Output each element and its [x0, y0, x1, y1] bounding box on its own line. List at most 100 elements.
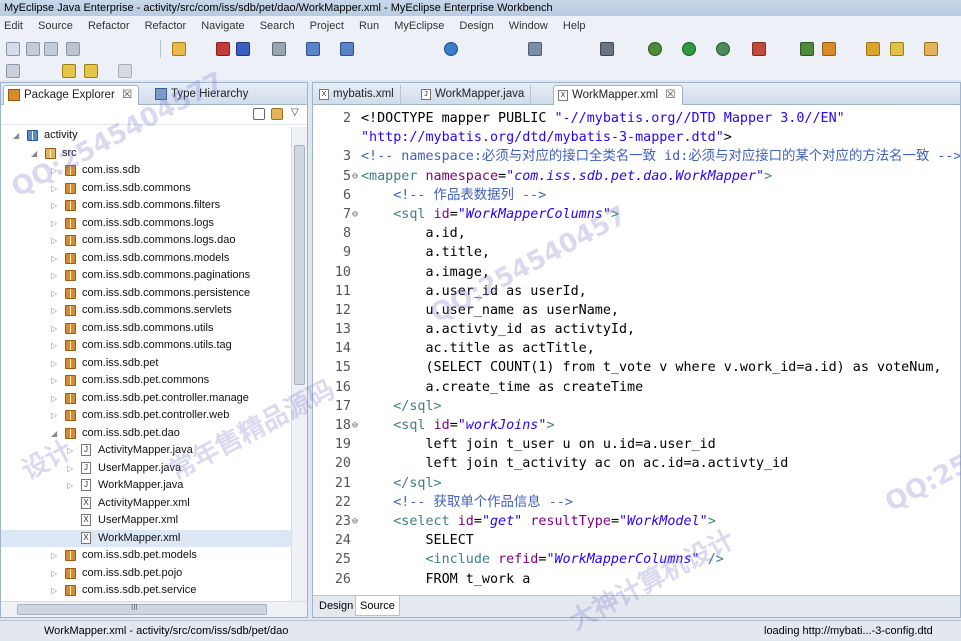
tree-item[interactable]: ▷ com.iss.sdb.pet.service — [1, 582, 292, 600]
expand-closed-icon[interactable]: ▷ — [51, 202, 59, 210]
code-line[interactable]: 23 ⊖ <select id="get" resultType="WorkMod… — [313, 512, 960, 531]
menu-help[interactable]: Help — [563, 20, 586, 32]
expand-closed-icon[interactable]: ▷ — [51, 359, 59, 368]
tab-mybatis-xml[interactable]: X mybatis.xml — [315, 85, 401, 105]
expand-closed-icon[interactable]: ▷ — [51, 219, 59, 228]
tree-item[interactable]: ▷ com.iss.sdb.commons.utils — [1, 320, 292, 338]
tab-package-explorer[interactable]: Package Explorer ☒ — [3, 85, 140, 105]
tree-item[interactable]: ◢ src — [1, 145, 292, 163]
new-icon[interactable] — [6, 42, 20, 56]
tree-item[interactable]: ▷ com.iss.sdb.commons — [1, 180, 292, 198]
code-line[interactable]: "http://mybatis.org/dtd/mybatis-3-mapper… — [313, 128, 960, 147]
code-line[interactable]: 7 ⊖ <sql id="WorkMapperColumns"> — [313, 205, 960, 224]
expand-closed-icon[interactable]: ▷ — [51, 394, 59, 403]
tree-item[interactable]: ▷ com.iss.sdb.commons.logs — [1, 215, 292, 233]
expand-closed-icon[interactable]: ▷ — [51, 254, 59, 263]
code-line[interactable]: 13 a.activty_id as activtyId, — [313, 320, 960, 339]
print-icon[interactable] — [66, 42, 80, 56]
code-line[interactable]: 2 <!DOCTYPE mapper PUBLIC "-//mybatis.org… — [313, 109, 960, 128]
tab-workmapper-java[interactable]: J WorkMapper.java — [417, 85, 532, 105]
code-line[interactable]: 26 FROM t_work a — [313, 570, 960, 589]
expand-closed-icon[interactable]: ▷ — [51, 167, 59, 175]
search-icon[interactable] — [866, 42, 880, 56]
expand-closed-icon[interactable]: ▷ — [51, 342, 59, 350]
expand-closed-icon[interactable]: ▷ — [51, 184, 59, 193]
expand-closed-icon[interactable]: ▷ — [51, 569, 59, 578]
menu-project[interactable]: Project — [310, 20, 344, 32]
expand-closed-icon[interactable] — [67, 500, 75, 508]
scrollbar-thumb[interactable] — [17, 604, 267, 615]
tree-item[interactable]: ◢ activity — [1, 127, 292, 145]
scrollbar-thumb[interactable] — [294, 145, 305, 385]
expand-closed-icon[interactable]: ▷ — [51, 587, 59, 595]
code-line[interactable]: 17 </sql> — [313, 397, 960, 416]
back-icon[interactable] — [84, 64, 98, 78]
code-line[interactable]: 6 <!-- 作品表数据列 --> — [313, 186, 960, 205]
pen-icon[interactable] — [890, 42, 904, 56]
tree-item[interactable]: ▷ com.iss.sdb.pet.controller.web — [1, 407, 292, 425]
link-with-editor-icon[interactable] — [271, 108, 283, 120]
code-line[interactable]: 25 <include refid="WorkMapperColumns" /> — [313, 550, 960, 569]
code-line[interactable]: 14 ac.title as actTitle, — [313, 339, 960, 358]
tree-item[interactable]: ▷ com.iss.sdb.pet.models — [1, 547, 292, 565]
open-resource-icon[interactable] — [236, 42, 250, 56]
menu-refactor-2[interactable]: Refactor — [145, 20, 187, 32]
new-wizard-icon[interactable] — [172, 42, 186, 56]
tree-item[interactable]: ▷ com.iss.sdb.pet.controller.manage — [1, 390, 292, 408]
code-line[interactable]: 21 </sql> — [313, 474, 960, 493]
menu-navigate[interactable]: Navigate — [201, 20, 244, 32]
menu-design[interactable]: Design — [459, 20, 493, 32]
expand-closed-icon[interactable]: ▷ — [67, 464, 75, 473]
fold-toggle-icon[interactable]: ⊖ — [352, 167, 360, 186]
tree-item[interactable]: ▷ com.iss.sdb.commons.models — [1, 250, 292, 268]
tree-vertical-scrollbar[interactable] — [291, 127, 307, 601]
tab-design[interactable]: Design — [315, 596, 357, 616]
tab-workmapper-xml[interactable]: X WorkMapper.xml ☒ — [553, 85, 683, 105]
code-line[interactable]: 11 a.user_id as userId, — [313, 282, 960, 301]
menu-edit[interactable]: Edit — [4, 20, 23, 32]
run-icon[interactable] — [682, 42, 696, 56]
debug-icon[interactable] — [648, 42, 662, 56]
tab-source[interactable]: Source — [355, 596, 400, 616]
tab-type-hierarchy[interactable]: Type Hierarchy — [151, 85, 254, 105]
tree-item[interactable]: ▷ J WorkMapper.java — [1, 477, 292, 495]
close-icon[interactable]: ☒ — [122, 89, 132, 101]
expand-closed-icon[interactable]: ▷ — [51, 324, 59, 333]
menu-window[interactable]: Window — [509, 20, 548, 32]
forward-icon[interactable] — [118, 64, 132, 78]
tree-item[interactable]: X UserMapper.xml — [1, 512, 292, 530]
tree-item[interactable]: ▷ com.iss.sdb — [1, 162, 292, 180]
code-line[interactable]: 19 left join t_user u on u.id=a.user_id — [313, 435, 960, 454]
folder-icon[interactable] — [924, 42, 938, 56]
code-line[interactable]: 8 a.id, — [313, 224, 960, 243]
tree-item[interactable]: ▷ com.iss.sdb.pet.pojo — [1, 565, 292, 583]
expand-closed-icon[interactable]: ▷ — [51, 289, 59, 298]
save-all-icon[interactable] — [44, 42, 58, 56]
new-package-icon[interactable] — [822, 42, 836, 56]
code-line[interactable]: 18 ⊖ <sql id="workJoins"> — [313, 416, 960, 435]
code-line[interactable]: 22 <!-- 获取单个作品信息 --> — [313, 493, 960, 512]
tree-item[interactable]: ▷ com.iss.sdb.commons.utils.tag — [1, 337, 292, 355]
code-line[interactable]: 24 SELECT — [313, 531, 960, 550]
code-line[interactable]: 20 left join t_activity ac on ac.id=a.ac… — [313, 454, 960, 473]
expand-closed-icon[interactable]: ▷ — [51, 552, 59, 560]
save-icon[interactable] — [26, 42, 40, 56]
browser-icon[interactable] — [444, 42, 458, 56]
menu-myeclipse[interactable]: MyEclipse — [394, 20, 444, 32]
code-line[interactable]: 16 a.create_time as createTime — [313, 378, 960, 397]
tree-item[interactable]: X WorkMapper.xml — [1, 529, 292, 547]
coverage-icon[interactable] — [716, 42, 730, 56]
annotation-icon[interactable] — [6, 64, 20, 78]
expand-closed-icon[interactable]: ▷ — [67, 482, 75, 490]
menu-run[interactable]: Run — [359, 20, 379, 32]
code-area[interactable]: 2 <!DOCTYPE mapper PUBLIC "-//mybatis.org… — [313, 109, 960, 593]
expand-closed-icon[interactable]: ▷ — [51, 377, 59, 385]
close-icon[interactable]: ☒ — [665, 89, 675, 101]
tree-item[interactable]: ▷ J ActivityMapper.java — [1, 442, 292, 460]
menu-source[interactable]: Source — [38, 20, 73, 32]
camera-icon[interactable] — [600, 42, 614, 56]
fold-toggle-icon[interactable]: ⊖ — [352, 205, 360, 224]
fold-toggle-icon[interactable]: ⊖ — [352, 416, 360, 435]
tree-item[interactable]: ▷ com.iss.sdb.commons.servlets — [1, 302, 292, 320]
next-annotation-icon[interactable] — [62, 64, 76, 78]
